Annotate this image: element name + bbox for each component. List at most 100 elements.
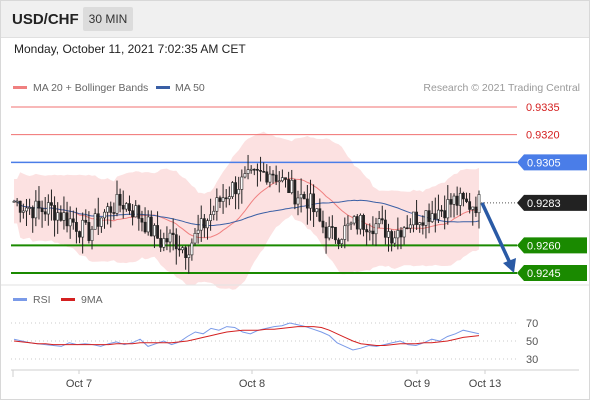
candle-body bbox=[415, 211, 418, 225]
rsi-legend-swatch bbox=[13, 298, 27, 301]
candle-body bbox=[234, 182, 237, 195]
rsi-tick-0: 70 bbox=[526, 318, 538, 330]
candle-body bbox=[418, 222, 422, 225]
candle-body bbox=[202, 218, 206, 229]
candle-body bbox=[181, 247, 184, 251]
ma20-legend-label: MA 20 + Bollinger Bands bbox=[33, 82, 148, 94]
candle-body bbox=[143, 221, 147, 233]
candle-body bbox=[231, 182, 234, 197]
x-label-3: Oct 13 bbox=[469, 378, 501, 390]
candle-body bbox=[424, 210, 428, 226]
ma50-legend-swatch bbox=[156, 86, 170, 89]
candle-body bbox=[215, 197, 219, 212]
candle-body bbox=[312, 193, 315, 213]
level-label-1: 0.9320 bbox=[526, 130, 560, 142]
candle-body bbox=[265, 171, 269, 183]
candle-body bbox=[256, 168, 259, 171]
candle-body bbox=[56, 212, 60, 221]
candle-body bbox=[324, 226, 328, 239]
candle-body bbox=[112, 212, 116, 214]
candle-body bbox=[25, 207, 28, 212]
candle-body bbox=[106, 206, 110, 213]
candle-body bbox=[371, 230, 375, 235]
candle-body bbox=[280, 177, 284, 182]
candle-body bbox=[12, 200, 16, 203]
ma20-legend-swatch bbox=[13, 86, 27, 89]
candle-body bbox=[237, 189, 241, 195]
candle-body bbox=[87, 222, 91, 241]
candle-body bbox=[243, 173, 247, 178]
candle-body bbox=[440, 209, 443, 212]
candle-body bbox=[427, 210, 431, 222]
candle-body bbox=[296, 197, 300, 205]
candle-body bbox=[93, 213, 97, 230]
candle-body bbox=[396, 230, 400, 239]
level-tags: 0.9335 0.9320 0.9305 0.9260 0.9245 0.9283 bbox=[481, 102, 587, 281]
candle-body bbox=[190, 242, 194, 256]
candle-body bbox=[128, 203, 131, 211]
candle-body bbox=[455, 195, 459, 206]
candle-body bbox=[474, 206, 478, 214]
candle-body bbox=[78, 231, 81, 238]
candle-body bbox=[302, 194, 306, 200]
candle-body bbox=[377, 218, 381, 225]
x-label-1: Oct 8 bbox=[239, 378, 265, 390]
candle-body bbox=[96, 213, 100, 227]
candle-body bbox=[471, 206, 475, 210]
candle-body bbox=[293, 179, 297, 205]
candle-body bbox=[184, 247, 188, 258]
candle-body bbox=[461, 192, 465, 200]
candle-body bbox=[352, 216, 356, 224]
candle-body bbox=[53, 205, 56, 221]
candle-body bbox=[196, 229, 200, 234]
rsi-ma-legend-label: 9MA bbox=[81, 294, 103, 306]
candle-body bbox=[334, 226, 337, 241]
candle-body bbox=[318, 208, 322, 222]
candle-body bbox=[209, 214, 213, 221]
candle-body bbox=[299, 194, 303, 199]
candle-body bbox=[15, 200, 19, 203]
candle-body bbox=[452, 195, 456, 205]
rsi-ma-line bbox=[13, 326, 480, 346]
candle-body bbox=[40, 207, 44, 213]
time-axis: Oct 7 Oct 8 Oct 9 Oct 13 bbox=[12, 370, 501, 390]
candle-body bbox=[134, 205, 138, 218]
candle-body bbox=[343, 225, 347, 240]
x-label-2: Oct 9 bbox=[404, 378, 430, 390]
candle-body bbox=[412, 211, 415, 226]
candle-body bbox=[156, 225, 159, 239]
candle-body bbox=[387, 231, 390, 238]
candle-body bbox=[393, 237, 397, 244]
candle-body bbox=[408, 224, 412, 229]
candle-body bbox=[262, 171, 266, 173]
candle-body bbox=[330, 226, 334, 228]
candle-body bbox=[380, 218, 384, 221]
candle-body bbox=[430, 213, 434, 222]
candle-body bbox=[252, 168, 256, 171]
level-label-4: 0.9245 bbox=[527, 268, 561, 280]
projection-arrow-shaft bbox=[480, 202, 512, 264]
candle-body bbox=[477, 194, 481, 214]
candle-body bbox=[383, 219, 387, 238]
candle-body bbox=[28, 207, 32, 209]
rsi-tick-2: 30 bbox=[526, 354, 538, 366]
candle-body bbox=[465, 198, 468, 202]
candle-body bbox=[268, 173, 272, 183]
candle-body bbox=[50, 202, 53, 206]
candle-body bbox=[103, 211, 106, 219]
candle-body bbox=[315, 208, 319, 213]
candle-body bbox=[355, 216, 359, 230]
price-chart: MA 20 + Bollinger Bands MA 50 Research ©… bbox=[1, 82, 589, 390]
candle-body bbox=[390, 231, 394, 244]
candle-body bbox=[31, 207, 35, 219]
candle-body bbox=[115, 194, 119, 214]
candle-body bbox=[81, 219, 85, 238]
candle-body bbox=[109, 206, 113, 213]
candle-body bbox=[362, 215, 365, 230]
candle-body bbox=[124, 203, 128, 210]
candle-body bbox=[146, 216, 150, 233]
candle-body bbox=[65, 212, 69, 227]
candle-body bbox=[118, 194, 122, 206]
candle-body bbox=[178, 248, 181, 251]
candle-body bbox=[199, 218, 203, 231]
